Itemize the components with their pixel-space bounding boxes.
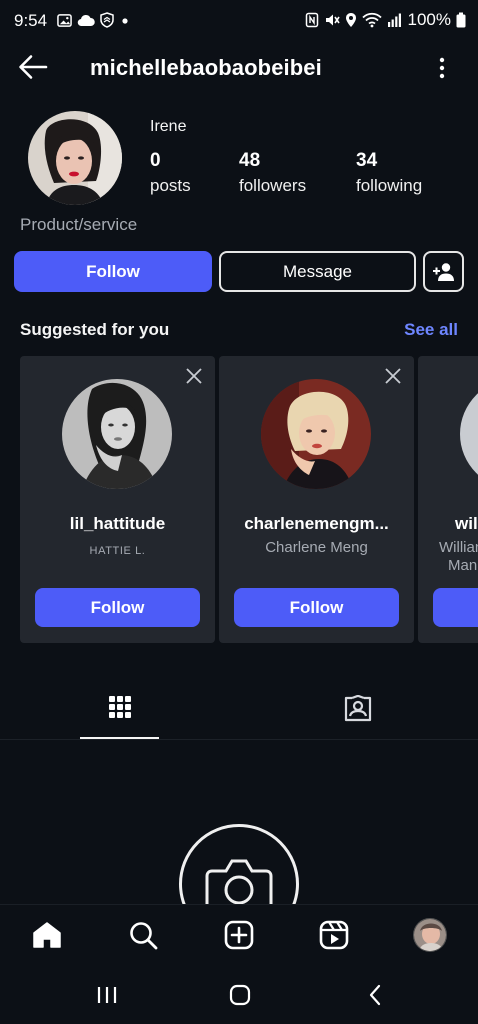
message-button[interactable]: Message [219,251,416,292]
suggested-title: Suggested for you [20,320,170,339]
suggested-avatar[interactable] [460,379,478,489]
suggest-users-button[interactable] [423,251,464,292]
dismiss-suggestion-button[interactable] [384,367,402,385]
battery-percent: 100% [407,10,451,29]
more-options-button[interactable] [434,56,450,82]
suggested-avatar[interactable] [261,379,371,489]
search-icon [130,922,158,950]
status-bar: 9:54 100% [0,0,478,40]
suggested-follow-button[interactable]: Follow [35,588,200,627]
nfc-icon [305,12,318,28]
arrow-left-icon [19,55,48,79]
suggested-card[interactable]: charlenemengm... Charlene Meng Follow [219,356,414,643]
suggested-fullname-line: Man [448,557,478,574]
suggested-fullname-line: Willian [439,539,478,556]
home-icon [33,922,61,948]
profile-avatar-icon [414,919,446,951]
suggested-follow-button[interactable]: Follow [234,588,399,627]
back-button-system[interactable] [360,982,390,1008]
suggested-photo [460,379,478,489]
followers-stat[interactable]: 48 followers [239,150,306,196]
suggested-card[interactable]: lil_hattitude HATTIE L. Follow [20,356,215,643]
suggested-photo [62,379,172,489]
followers-label: followers [239,176,307,195]
location-icon [345,13,356,27]
posts-label: posts [150,176,191,195]
profile-display-name: Irene [150,118,187,135]
recents-button[interactable] [92,982,122,1008]
tab-divider [0,739,478,740]
posts-count: 0 [150,150,161,171]
dismiss-suggestion-button[interactable] [185,367,203,385]
profile-category: Product/service [20,215,138,234]
following-label: following [356,176,423,195]
nav-profile-avatar[interactable] [413,918,447,952]
profile-photo [28,111,122,205]
mute-icon [325,14,340,26]
profile-username: michellebaobaobeibei [90,55,322,80]
posts-stat[interactable]: 0 posts [150,150,191,196]
nav-reels[interactable] [317,918,351,952]
following-count: 34 [356,150,378,171]
bottom-nav [0,904,478,966]
shield-icon [100,12,114,28]
see-all-link[interactable]: See all [404,320,458,340]
nav-create[interactable] [222,918,256,952]
suggested-fullname: Willian Man [418,539,478,575]
status-time: 9:54 [14,11,48,30]
tagged-person-icon [344,695,371,722]
back-button[interactable] [18,54,52,82]
dot-icon [122,18,128,24]
cloud-icon [77,14,95,26]
recents-icon [97,987,117,1003]
close-icon [186,368,202,384]
create-icon [224,920,254,950]
suggested-username[interactable]: wil [418,514,478,534]
tab-posts-grid[interactable] [80,690,159,740]
suggested-photo [261,379,371,489]
tab-tagged[interactable] [318,690,397,740]
close-icon [385,368,401,384]
reels-icon [319,920,349,950]
more-vertical-icon [439,57,445,79]
suggested-username[interactable]: charlenemengm... [219,514,414,534]
profile-header: michellebaobaobeibei [0,44,478,92]
system-nav-bar [0,966,478,1024]
following-stat[interactable]: 34 following [356,150,422,196]
signal-icon [387,13,401,27]
follow-button[interactable]: Follow [14,251,212,292]
suggested-card[interactable]: wil Willian Man [418,356,478,643]
battery-icon [456,12,466,28]
suggested-username[interactable]: lil_hattitude [20,514,215,534]
person-add-icon [432,262,454,281]
image-icon [57,13,72,27]
profile-avatar[interactable] [28,111,122,205]
suggested-avatar[interactable] [62,379,172,489]
nav-search[interactable] [126,918,160,952]
profile-screen: 9:54 100% michellebaobaobeibei Irene 0 p… [0,0,478,1024]
back-chevron-icon [369,984,381,1006]
wifi-icon [361,12,382,28]
grid-icon [108,696,131,718]
home-button[interactable] [225,982,255,1008]
suggested-fullname: HATTIE L. [89,545,146,557]
suggested-fullname: Charlene Meng [265,539,368,556]
followers-count: 48 [239,150,261,171]
suggested-follow-button[interactable] [433,588,478,627]
home-circle-icon [229,984,251,1006]
nav-home[interactable] [30,918,64,952]
